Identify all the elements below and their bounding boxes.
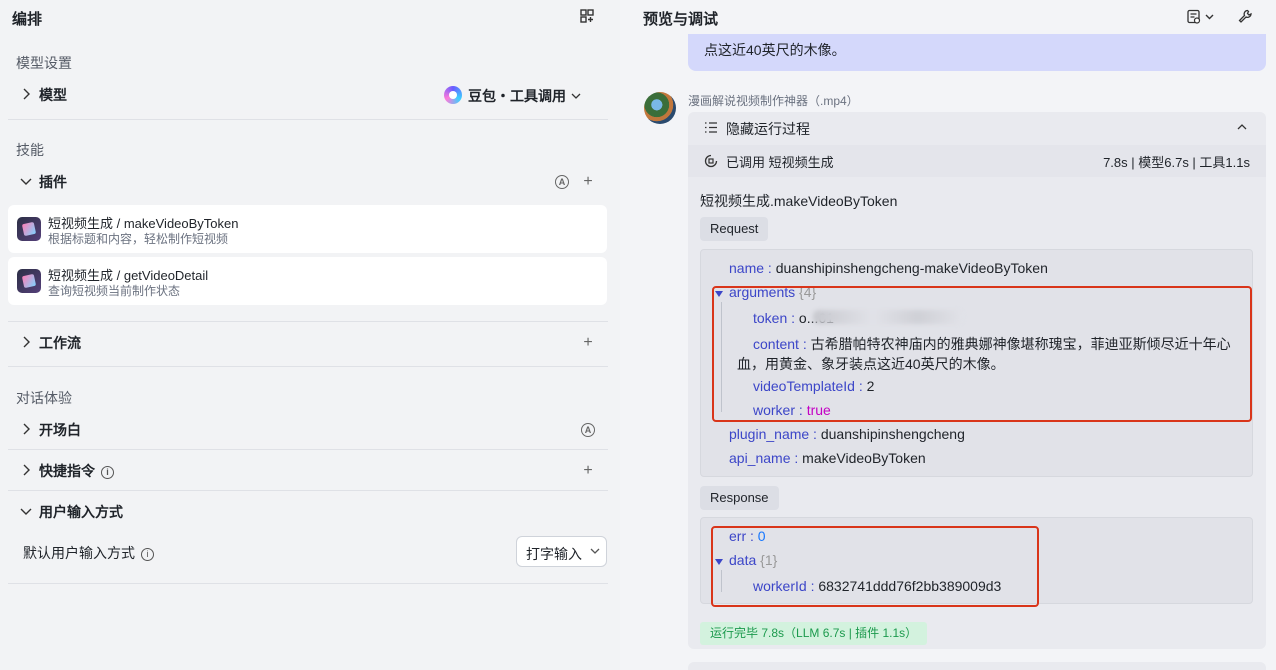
chevron-down-icon [571,93,581,99]
timing-breakdown: 7.8s | 模型6.7s | 工具1.1s [1103,155,1250,170]
plugin-card[interactable]: 短视频生成 / getVideoDetail 查询短视频当前制作状态 [8,257,607,305]
chevron-down-icon [20,178,32,185]
divider [8,583,608,584]
user-message: 点这近40英尺的木像。 [688,34,1266,71]
default-input-mode-label: 默认用户输入方式 i [23,543,154,563]
chevron-down-icon [590,548,600,554]
plugins-row-title: 插件 [39,174,67,190]
chevron-right-icon [23,464,30,476]
chevron-right-icon [23,423,30,435]
run-complete-badge: 运行完毕 7.8s（LLM 6.7s | 插件 1.1s） [700,622,928,645]
add-plugin-icon[interactable]: + [581,174,595,190]
doc-settings-icon[interactable] [1187,9,1217,28]
divider [8,119,608,120]
shortcut-row-label: 快捷指令 [39,463,95,479]
plugins-row[interactable]: 插件 [8,161,608,201]
json-key: name [729,260,765,276]
add-workflow-icon[interactable]: + [581,335,595,351]
video-plugin-icon [17,269,41,293]
input-mode-value: 打字输入 [526,546,582,562]
input-mode-select[interactable]: 打字输入 [516,536,607,567]
preview-title: 预览与调试 [643,11,719,28]
json-key: plugin_name [729,426,810,442]
run-process-panel: 隐藏运行过程 已调用 短视频生成 7.8s | 模型6.7s | 工具1.1s … [688,112,1266,649]
json-colon: : [809,426,821,442]
preview-panel: 预览与调试 点这近40英尺的木像。 漫画解说视频制作神器（.mp4） 隐藏运行过… [620,0,1276,670]
workflow-row[interactable]: 工作流 [8,322,608,362]
json-key: api_name [729,450,791,466]
default-input-mode-text: 默认用户输入方式 [23,545,135,561]
chevron-down-icon [20,508,32,515]
user-input-row-title: 用户输入方式 [39,504,123,520]
plugin-desc: 查询短视频当前制作状态 [48,284,181,298]
model-name: 豆包・工具调用 [468,88,566,104]
chevron-up-icon [1237,124,1247,130]
json-name-line: name : duanshipinshengcheng-makeVideoByT… [729,260,1048,276]
divider [8,366,608,367]
list-icon [705,122,717,133]
auto-icon[interactable]: A [581,423,595,437]
dialog-experience-label: 对话体验 [16,390,72,406]
video-plugin-icon [17,217,41,241]
skills-label: 技能 [16,142,44,158]
bot-name: 漫画解说视频制作神器（.mp4） [688,94,859,108]
wrench-icon[interactable] [1238,9,1253,27]
json-plugin-line: plugin_name : duanshipinshengcheng [729,426,965,442]
orchestration-panel: 编排 模型设置 模型 豆包・工具调用 技能 插件 A + 短视频生成 / mak… [0,0,620,670]
doubao-logo-icon [444,86,462,104]
hide-process-label: 隐藏运行过程 [726,121,810,137]
tool-call-summary[interactable]: 已调用 短视频生成 7.8s | 模型6.7s | 工具1.1s [688,145,1266,177]
highlight-box [711,526,1039,607]
orchestration-header: 编排 [0,0,620,34]
opening-row[interactable]: 开场白 [8,409,608,449]
shortcut-row[interactable]: 快捷指令 i [8,450,608,490]
called-plugin-label: 已调用 短视频生成 [726,155,834,170]
info-icon[interactable]: i [101,465,114,479]
auto-icon[interactable]: A [555,175,569,189]
json-colon: : [790,450,803,466]
workflow-row-title: 工作流 [39,335,81,351]
add-shortcut-icon[interactable]: + [581,463,595,479]
plugin-call-icon [704,154,718,168]
json-value: makeVideoByToken [802,450,926,466]
next-message-edge [688,662,1266,670]
plugin-desc: 根据标题和内容，轻松制作短视频 [48,232,229,246]
json-colon: : [764,260,776,276]
user-input-row[interactable]: 用户输入方式 [8,491,608,531]
chevron-right-icon [23,336,30,348]
call-title: 短视频生成.makeVideoByToken [700,193,898,209]
json-api-line: api_name : makeVideoByToken [729,450,926,466]
layout-grid-icon[interactable] [580,9,594,26]
response-tag: Response [700,486,779,510]
model-row-title: 模型 [39,87,67,103]
json-value: duanshipinshengcheng [820,426,965,442]
model-settings-label: 模型设置 [16,55,72,71]
info-icon[interactable]: i [141,547,154,561]
shortcut-row-title: 快捷指令 i [39,461,114,481]
json-value: duanshipinshengcheng-makeVideoByToken [775,260,1048,276]
bot-avatar [644,92,676,124]
hide-process-toggle[interactable]: 隐藏运行过程 [688,112,1266,143]
orchestration-title: 编排 [12,11,43,28]
request-tag: Request [700,217,769,241]
opening-row-title: 开场白 [39,422,81,438]
highlight-box [712,286,1252,422]
chevron-right-icon [23,88,30,100]
plugin-card[interactable]: 短视频生成 / makeVideoByToken 根据标题和内容，轻松制作短视频 [8,205,607,253]
user-message-text: 点这近40英尺的木像。 [704,42,846,58]
